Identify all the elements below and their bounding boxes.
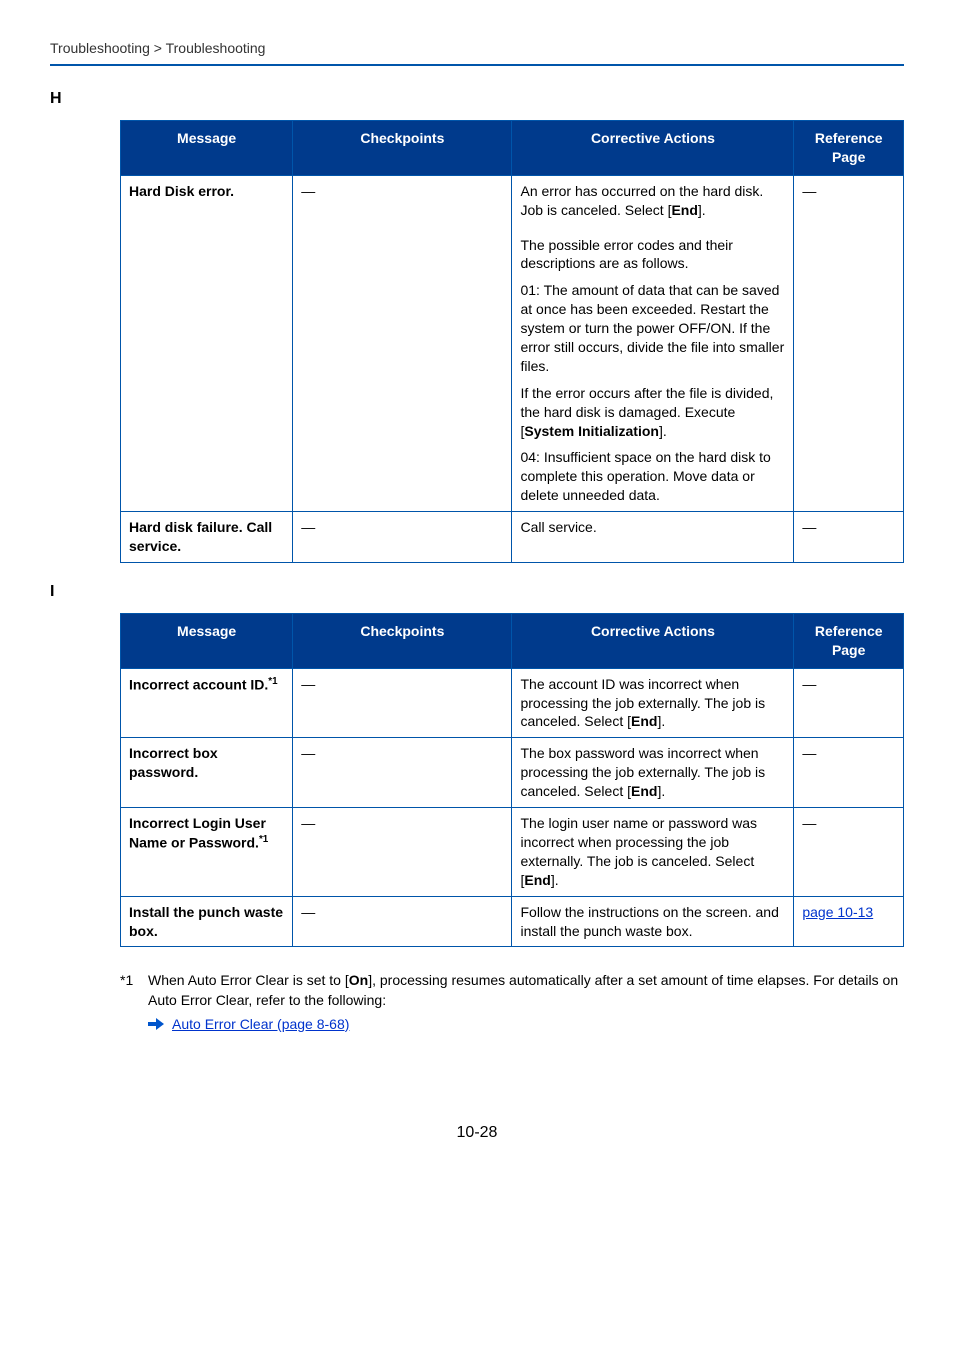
checkpoints-cell: ― (293, 668, 512, 738)
message-table: MessageCheckpointsCorrective ActionsRefe… (120, 120, 904, 563)
action-paragraph: Follow the instructions on the screen. a… (520, 903, 785, 941)
header-rule (50, 64, 904, 66)
ref-cell: ― (794, 512, 904, 563)
ref-cell: ― (794, 668, 904, 738)
actions-cell: Follow the instructions on the screen. a… (512, 896, 794, 947)
message-header: Message (121, 613, 293, 668)
actions-cell: The box password was incorrect when proc… (512, 738, 794, 808)
message-cell: Hard Disk error. (121, 175, 293, 511)
message-cell: Incorrect account ID.*1 (121, 668, 293, 738)
table-row: Hard disk failure. Call service.―Call se… (121, 512, 904, 563)
action-paragraph: The account ID was incorrect when proces… (520, 675, 785, 732)
footnote-marker: *1 (120, 971, 148, 1010)
action-paragraph: 04: Insufficient space on the hard disk … (520, 448, 785, 505)
message-cell: Hard disk failure. Call service. (121, 512, 293, 563)
table-row: Incorrect account ID.*1―The account ID w… (121, 668, 904, 738)
action-paragraph: 01: The amount of data that can be saved… (520, 281, 785, 375)
table-row: Incorrect box password.―The box password… (121, 738, 904, 808)
action-paragraph: The possible error codes and their descr… (520, 236, 785, 274)
footnote: *1 When Auto Error Clear is set to [On],… (120, 967, 904, 1034)
page-number: 10-28 (50, 1124, 904, 1142)
action-paragraph: An error has occurred on the hard disk. … (520, 182, 785, 220)
message-cell: Incorrect Login User Name or Password.*1 (121, 808, 293, 897)
ref-header: Reference Page (794, 121, 904, 176)
checkpoints-cell: ― (293, 808, 512, 897)
actions-header: Corrective Actions (512, 613, 794, 668)
checkpoints-header: Checkpoints (293, 121, 512, 176)
ref-cell: ― (794, 738, 904, 808)
actions-cell: The account ID was incorrect when proces… (512, 668, 794, 738)
actions-cell: Call service. (512, 512, 794, 563)
footnote-text: When Auto Error Clear is set to [On], pr… (148, 971, 904, 1010)
table-row: Hard Disk error.―An error has occurred o… (121, 175, 904, 511)
section-letter: I (50, 583, 904, 601)
ref-cell: ― (794, 808, 904, 897)
checkpoints-cell: ― (293, 512, 512, 563)
message-cell: Incorrect box password. (121, 738, 293, 808)
checkpoints-cell: ― (293, 896, 512, 947)
checkpoints-cell: ― (293, 738, 512, 808)
action-paragraph: The box password was incorrect when proc… (520, 744, 785, 801)
action-paragraph: Call service. (520, 518, 785, 537)
breadcrumb: Troubleshooting > Troubleshooting (50, 40, 904, 64)
footnote-link[interactable]: Auto Error Clear (page 8-68) (172, 1015, 349, 1035)
actions-cell: An error has occurred on the hard disk. … (512, 175, 794, 511)
message-cell: Install the punch waste box. (121, 896, 293, 947)
ref-page-link[interactable]: page 10-13 (802, 904, 873, 920)
action-paragraph: The login user name or password was inco… (520, 814, 785, 890)
ref-cell: page 10-13 (794, 896, 904, 947)
checkpoints-cell: ― (293, 175, 512, 511)
ref-header: Reference Page (794, 613, 904, 668)
table-row: Incorrect Login User Name or Password.*1… (121, 808, 904, 897)
checkpoints-header: Checkpoints (293, 613, 512, 668)
actions-header: Corrective Actions (512, 121, 794, 176)
message-table: MessageCheckpointsCorrective ActionsRefe… (120, 613, 904, 947)
ref-cell: ― (794, 175, 904, 511)
table-row: Install the punch waste box.―Follow the … (121, 896, 904, 947)
arrow-right-icon (148, 1017, 164, 1031)
section-letter: H (50, 90, 904, 108)
action-paragraph: If the error occurs after the file is di… (520, 384, 785, 441)
actions-cell: The login user name or password was inco… (512, 808, 794, 897)
message-header: Message (121, 121, 293, 176)
